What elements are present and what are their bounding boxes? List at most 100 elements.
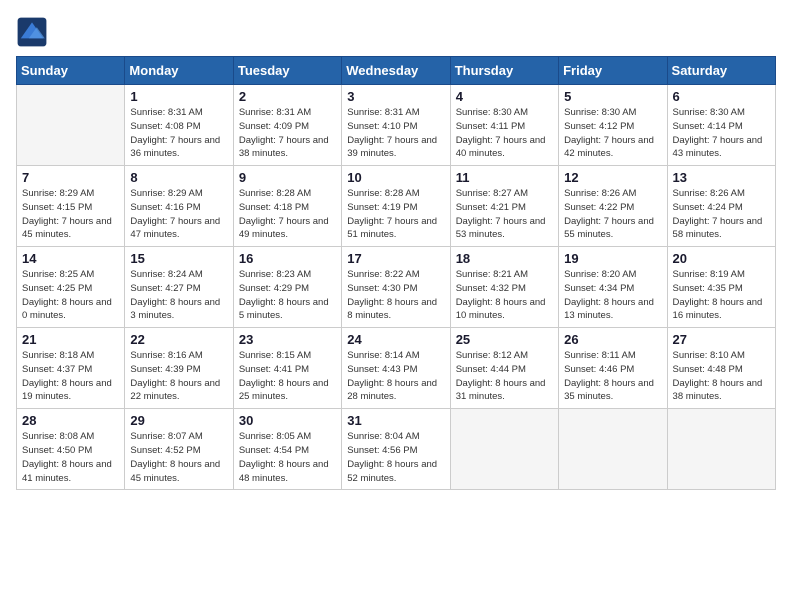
- day-info: Sunrise: 8:14 AMSunset: 4:43 PMDaylight:…: [347, 349, 444, 404]
- day-number: 3: [347, 89, 444, 104]
- calendar-week-row: 7 Sunrise: 8:29 AMSunset: 4:15 PMDaylight…: [17, 166, 776, 247]
- day-info: Sunrise: 8:29 AMSunset: 4:16 PMDaylight:…: [130, 187, 227, 242]
- calendar-cell: 23 Sunrise: 8:15 AMSunset: 4:41 PMDayligh…: [233, 328, 341, 409]
- day-info: Sunrise: 8:10 AMSunset: 4:48 PMDaylight:…: [673, 349, 770, 404]
- day-info: Sunrise: 8:26 AMSunset: 4:24 PMDaylight:…: [673, 187, 770, 242]
- calendar-cell: 14Sunrise: 8:25 AMSunset: 4:25 PMDayligh…: [17, 247, 125, 328]
- calendar-cell: 24 Sunrise: 8:14 AMSunset: 4:43 PMDayligh…: [342, 328, 450, 409]
- calendar-week-row: 14Sunrise: 8:25 AMSunset: 4:25 PMDayligh…: [17, 247, 776, 328]
- day-number: 30: [239, 413, 336, 428]
- header-saturday: Saturday: [667, 57, 775, 85]
- calendar-cell: 29 Sunrise: 8:07 AMSunset: 4:52 PMDayligh…: [125, 409, 233, 490]
- day-number: 6: [673, 89, 770, 104]
- day-number: 20: [673, 251, 770, 266]
- header: [16, 16, 776, 48]
- day-info: Sunrise: 8:26 AMSunset: 4:22 PMDaylight:…: [564, 187, 661, 242]
- day-info: Sunrise: 8:04 AMSunset: 4:56 PMDaylight:…: [347, 430, 444, 485]
- day-number: 16: [239, 251, 336, 266]
- calendar-cell: [450, 409, 558, 490]
- day-number: 17: [347, 251, 444, 266]
- calendar-table: SundayMondayTuesdayWednesdayThursdayFrid…: [16, 56, 776, 490]
- day-number: 21: [22, 332, 119, 347]
- day-info: Sunrise: 8:31 AMSunset: 4:08 PMDaylight:…: [130, 106, 227, 161]
- header-wednesday: Wednesday: [342, 57, 450, 85]
- day-info: Sunrise: 8:07 AMSunset: 4:52 PMDaylight:…: [130, 430, 227, 485]
- day-info: Sunrise: 8:18 AMSunset: 4:37 PMDaylight:…: [22, 349, 119, 404]
- calendar-cell: 2 Sunrise: 8:31 AMSunset: 4:09 PMDaylight…: [233, 85, 341, 166]
- header-thursday: Thursday: [450, 57, 558, 85]
- day-number: 24: [347, 332, 444, 347]
- day-info: Sunrise: 8:21 AMSunset: 4:32 PMDaylight:…: [456, 268, 553, 323]
- calendar-cell: 25 Sunrise: 8:12 AMSunset: 4:44 PMDayligh…: [450, 328, 558, 409]
- day-number: 4: [456, 89, 553, 104]
- calendar-cell: 4Sunrise: 8:30 AMSunset: 4:11 PMDaylight…: [450, 85, 558, 166]
- day-number: 1: [130, 89, 227, 104]
- day-number: 12: [564, 170, 661, 185]
- day-info: Sunrise: 8:29 AMSunset: 4:15 PMDaylight:…: [22, 187, 119, 242]
- day-number: 31: [347, 413, 444, 428]
- day-info: Sunrise: 8:20 AMSunset: 4:34 PMDaylight:…: [564, 268, 661, 323]
- day-number: 8: [130, 170, 227, 185]
- calendar-cell: 6 Sunrise: 8:30 AMSunset: 4:14 PMDaylight…: [667, 85, 775, 166]
- day-number: 28: [22, 413, 119, 428]
- calendar-cell: 19 Sunrise: 8:20 AMSunset: 4:34 PMDayligh…: [559, 247, 667, 328]
- day-number: 5: [564, 89, 661, 104]
- day-info: Sunrise: 8:16 AMSunset: 4:39 PMDaylight:…: [130, 349, 227, 404]
- day-number: 23: [239, 332, 336, 347]
- day-number: 7: [22, 170, 119, 185]
- day-number: 22: [130, 332, 227, 347]
- calendar-cell: 17 Sunrise: 8:22 AMSunset: 4:30 PMDayligh…: [342, 247, 450, 328]
- calendar-cell: [17, 85, 125, 166]
- calendar-cell: 1 Sunrise: 8:31 AMSunset: 4:08 PMDaylight…: [125, 85, 233, 166]
- calendar-week-row: 28 Sunrise: 8:08 AMSunset: 4:50 PMDayligh…: [17, 409, 776, 490]
- day-info: Sunrise: 8:28 AMSunset: 4:18 PMDaylight:…: [239, 187, 336, 242]
- calendar-cell: 11 Sunrise: 8:27 AMSunset: 4:21 PMDayligh…: [450, 166, 558, 247]
- day-number: 27: [673, 332, 770, 347]
- header-tuesday: Tuesday: [233, 57, 341, 85]
- calendar-cell: 30 Sunrise: 8:05 AMSunset: 4:54 PMDayligh…: [233, 409, 341, 490]
- day-number: 10: [347, 170, 444, 185]
- day-number: 11: [456, 170, 553, 185]
- day-number: 13: [673, 170, 770, 185]
- calendar-cell: 22 Sunrise: 8:16 AMSunset: 4:39 PMDayligh…: [125, 328, 233, 409]
- calendar-cell: 27 Sunrise: 8:10 AMSunset: 4:48 PMDayligh…: [667, 328, 775, 409]
- day-info: Sunrise: 8:15 AMSunset: 4:41 PMDaylight:…: [239, 349, 336, 404]
- calendar-cell: 10 Sunrise: 8:28 AMSunset: 4:19 PMDayligh…: [342, 166, 450, 247]
- calendar-cell: [667, 409, 775, 490]
- day-info: Sunrise: 8:27 AMSunset: 4:21 PMDaylight:…: [456, 187, 553, 242]
- day-number: 18: [456, 251, 553, 266]
- day-info: Sunrise: 8:12 AMSunset: 4:44 PMDaylight:…: [456, 349, 553, 404]
- day-info: Sunrise: 8:30 AMSunset: 4:12 PMDaylight:…: [564, 106, 661, 161]
- calendar-cell: 26Sunrise: 8:11 AMSunset: 4:46 PMDayligh…: [559, 328, 667, 409]
- calendar-cell: 20 Sunrise: 8:19 AMSunset: 4:35 PMDayligh…: [667, 247, 775, 328]
- calendar-week-row: 1 Sunrise: 8:31 AMSunset: 4:08 PMDaylight…: [17, 85, 776, 166]
- calendar-cell: 7 Sunrise: 8:29 AMSunset: 4:15 PMDaylight…: [17, 166, 125, 247]
- day-info: Sunrise: 8:31 AMSunset: 4:10 PMDaylight:…: [347, 106, 444, 161]
- calendar-cell: 8 Sunrise: 8:29 AMSunset: 4:16 PMDaylight…: [125, 166, 233, 247]
- day-number: 25: [456, 332, 553, 347]
- day-info: Sunrise: 8:30 AMSunset: 4:14 PMDaylight:…: [673, 106, 770, 161]
- day-number: 29: [130, 413, 227, 428]
- header-monday: Monday: [125, 57, 233, 85]
- day-info: Sunrise: 8:05 AMSunset: 4:54 PMDaylight:…: [239, 430, 336, 485]
- calendar-cell: 28 Sunrise: 8:08 AMSunset: 4:50 PMDayligh…: [17, 409, 125, 490]
- calendar-cell: 31 Sunrise: 8:04 AMSunset: 4:56 PMDayligh…: [342, 409, 450, 490]
- day-number: 26: [564, 332, 661, 347]
- day-info: Sunrise: 8:22 AMSunset: 4:30 PMDaylight:…: [347, 268, 444, 323]
- day-number: 15: [130, 251, 227, 266]
- day-info: Sunrise: 8:28 AMSunset: 4:19 PMDaylight:…: [347, 187, 444, 242]
- day-info: Sunrise: 8:08 AMSunset: 4:50 PMDaylight:…: [22, 430, 119, 485]
- calendar-cell: 18 Sunrise: 8:21 AMSunset: 4:32 PMDayligh…: [450, 247, 558, 328]
- day-info: Sunrise: 8:19 AMSunset: 4:35 PMDaylight:…: [673, 268, 770, 323]
- day-number: 2: [239, 89, 336, 104]
- calendar-cell: 16 Sunrise: 8:23 AMSunset: 4:29 PMDayligh…: [233, 247, 341, 328]
- calendar-cell: 12 Sunrise: 8:26 AMSunset: 4:22 PMDayligh…: [559, 166, 667, 247]
- day-info: Sunrise: 8:23 AMSunset: 4:29 PMDaylight:…: [239, 268, 336, 323]
- calendar-cell: 21 Sunrise: 8:18 AMSunset: 4:37 PMDayligh…: [17, 328, 125, 409]
- header-sunday: Sunday: [17, 57, 125, 85]
- day-info: Sunrise: 8:31 AMSunset: 4:09 PMDaylight:…: [239, 106, 336, 161]
- day-info: Sunrise: 8:24 AMSunset: 4:27 PMDaylight:…: [130, 268, 227, 323]
- calendar-cell: 3 Sunrise: 8:31 AMSunset: 4:10 PMDaylight…: [342, 85, 450, 166]
- day-number: 19: [564, 251, 661, 266]
- day-info: Sunrise: 8:25 AMSunset: 4:25 PMDaylight:…: [22, 268, 119, 323]
